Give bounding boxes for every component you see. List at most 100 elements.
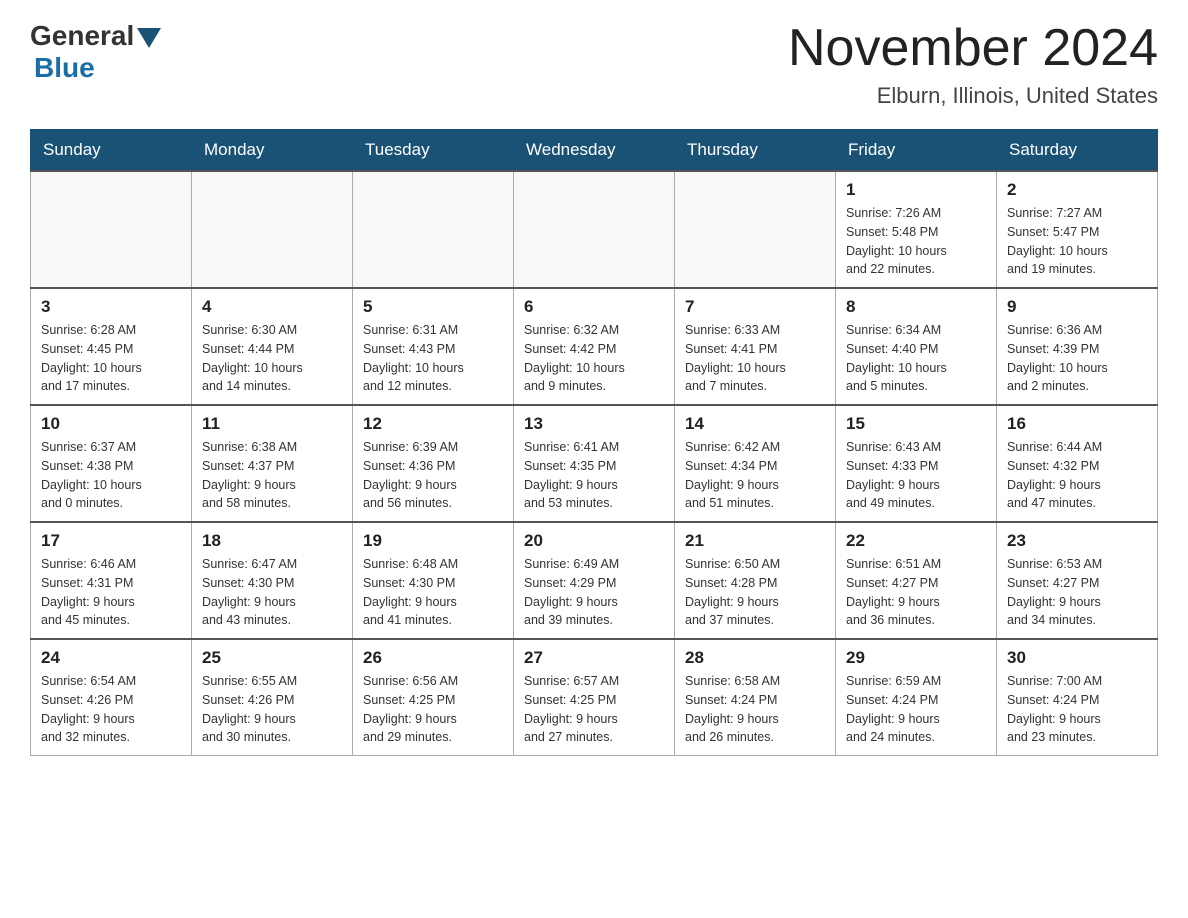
calendar-day-header: Tuesday [353,130,514,172]
calendar-cell: 23 Sunrise: 6:53 AMSunset: 4:27 PMDayligh… [997,522,1158,639]
day-info: Sunrise: 6:57 AMSunset: 4:25 PMDaylight:… [524,672,664,747]
day-number: 26 [363,648,503,668]
day-info: Sunrise: 7:26 AMSunset: 5:48 PMDaylight:… [846,204,986,279]
logo: General Blue [30,20,164,84]
calendar-cell: 18 Sunrise: 6:47 AMSunset: 4:30 PMDayligh… [192,522,353,639]
day-number: 23 [1007,531,1147,551]
day-info: Sunrise: 7:00 AMSunset: 4:24 PMDaylight:… [1007,672,1147,747]
calendar-cell: 21 Sunrise: 6:50 AMSunset: 4:28 PMDayligh… [675,522,836,639]
calendar-cell: 5Sunrise: 6:31 AMSunset: 4:43 PMDaylight… [353,288,514,405]
calendar-cell: 30 Sunrise: 7:00 AMSunset: 4:24 PMDayligh… [997,639,1158,756]
location-title: Elburn, Illinois, United States [788,83,1158,109]
day-number: 13 [524,414,664,434]
day-info: Sunrise: 6:58 AMSunset: 4:24 PMDaylight:… [685,672,825,747]
calendar-day-header: Saturday [997,130,1158,172]
day-number: 22 [846,531,986,551]
day-number: 7 [685,297,825,317]
calendar-cell: 14 Sunrise: 6:42 AMSunset: 4:34 PMDayligh… [675,405,836,522]
calendar-cell: 16 Sunrise: 6:44 AMSunset: 4:32 PMDayligh… [997,405,1158,522]
calendar-cell: 29Sunrise: 6:59 AMSunset: 4:24 PMDayligh… [836,639,997,756]
calendar-cell: 2 Sunrise: 7:27 AMSunset: 5:47 PMDaylight… [997,171,1158,288]
day-info: Sunrise: 6:28 AMSunset: 4:45 PMDaylight:… [41,321,181,396]
day-info: Sunrise: 6:41 AMSunset: 4:35 PMDaylight:… [524,438,664,513]
calendar-cell: 4Sunrise: 6:30 AMSunset: 4:44 PMDaylight… [192,288,353,405]
day-info: Sunrise: 6:33 AMSunset: 4:41 PMDaylight:… [685,321,825,396]
calendar-cell: 19 Sunrise: 6:48 AMSunset: 4:30 PMDayligh… [353,522,514,639]
day-number: 2 [1007,180,1147,200]
calendar-day-header: Thursday [675,130,836,172]
day-number: 17 [41,531,181,551]
day-info: Sunrise: 6:56 AMSunset: 4:25 PMDaylight:… [363,672,503,747]
calendar-cell [675,171,836,288]
day-number: 3 [41,297,181,317]
calendar-cell: 24 Sunrise: 6:54 AMSunset: 4:26 PMDayligh… [31,639,192,756]
month-title: November 2024 [788,20,1158,77]
calendar-cell [514,171,675,288]
logo-general-text: General [30,20,134,52]
day-info: Sunrise: 6:50 AMSunset: 4:28 PMDaylight:… [685,555,825,630]
calendar-cell [192,171,353,288]
calendar-cell: 12 Sunrise: 6:39 AMSunset: 4:36 PMDayligh… [353,405,514,522]
calendar-day-header: Wednesday [514,130,675,172]
day-info: Sunrise: 6:48 AMSunset: 4:30 PMDaylight:… [363,555,503,630]
calendar-cell: 28 Sunrise: 6:58 AMSunset: 4:24 PMDayligh… [675,639,836,756]
day-number: 15 [846,414,986,434]
day-number: 28 [685,648,825,668]
day-number: 21 [685,531,825,551]
day-info: Sunrise: 6:51 AMSunset: 4:27 PMDaylight:… [846,555,986,630]
day-number: 9 [1007,297,1147,317]
calendar-day-header: Sunday [31,130,192,172]
logo-triangle-icon [137,28,161,48]
calendar-cell: 8Sunrise: 6:34 AMSunset: 4:40 PMDaylight… [836,288,997,405]
day-info: Sunrise: 6:30 AMSunset: 4:44 PMDaylight:… [202,321,342,396]
day-number: 30 [1007,648,1147,668]
day-number: 6 [524,297,664,317]
day-number: 5 [363,297,503,317]
day-info: Sunrise: 7:27 AMSunset: 5:47 PMDaylight:… [1007,204,1147,279]
day-info: Sunrise: 6:44 AMSunset: 4:32 PMDaylight:… [1007,438,1147,513]
day-info: Sunrise: 6:53 AMSunset: 4:27 PMDaylight:… [1007,555,1147,630]
day-number: 12 [363,414,503,434]
calendar-cell: 26 Sunrise: 6:56 AMSunset: 4:25 PMDayligh… [353,639,514,756]
calendar-week-row: 3 Sunrise: 6:28 AMSunset: 4:45 PMDaylight… [31,288,1158,405]
day-info: Sunrise: 6:55 AMSunset: 4:26 PMDaylight:… [202,672,342,747]
day-number: 24 [41,648,181,668]
calendar-cell: 20Sunrise: 6:49 AMSunset: 4:29 PMDayligh… [514,522,675,639]
day-number: 16 [1007,414,1147,434]
day-info: Sunrise: 6:39 AMSunset: 4:36 PMDaylight:… [363,438,503,513]
logo-text: General [30,20,164,52]
day-info: Sunrise: 6:42 AMSunset: 4:34 PMDaylight:… [685,438,825,513]
day-info: Sunrise: 6:47 AMSunset: 4:30 PMDaylight:… [202,555,342,630]
calendar-cell [353,171,514,288]
calendar-week-row: 17 Sunrise: 6:46 AMSunset: 4:31 PMDayligh… [31,522,1158,639]
day-number: 19 [363,531,503,551]
day-info: Sunrise: 6:46 AMSunset: 4:31 PMDaylight:… [41,555,181,630]
calendar-cell: 25 Sunrise: 6:55 AMSunset: 4:26 PMDayligh… [192,639,353,756]
day-info: Sunrise: 6:49 AMSunset: 4:29 PMDaylight:… [524,555,664,630]
calendar-cell: 17 Sunrise: 6:46 AMSunset: 4:31 PMDayligh… [31,522,192,639]
calendar-cell: 9 Sunrise: 6:36 AMSunset: 4:39 PMDaylight… [997,288,1158,405]
calendar-cell: 10Sunrise: 6:37 AMSunset: 4:38 PMDayligh… [31,405,192,522]
calendar-header-row: SundayMondayTuesdayWednesdayThursdayFrid… [31,130,1158,172]
day-number: 18 [202,531,342,551]
calendar-day-header: Monday [192,130,353,172]
calendar-week-row: 10Sunrise: 6:37 AMSunset: 4:38 PMDayligh… [31,405,1158,522]
day-info: Sunrise: 6:43 AMSunset: 4:33 PMDaylight:… [846,438,986,513]
calendar-cell: 1 Sunrise: 7:26 AMSunset: 5:48 PMDaylight… [836,171,997,288]
day-number: 29 [846,648,986,668]
day-info: Sunrise: 6:37 AMSunset: 4:38 PMDaylight:… [41,438,181,513]
day-number: 14 [685,414,825,434]
day-number: 1 [846,180,986,200]
day-info: Sunrise: 6:54 AMSunset: 4:26 PMDaylight:… [41,672,181,747]
day-number: 25 [202,648,342,668]
calendar-cell: 3 Sunrise: 6:28 AMSunset: 4:45 PMDaylight… [31,288,192,405]
calendar-cell [31,171,192,288]
calendar-week-row: 24 Sunrise: 6:54 AMSunset: 4:26 PMDayligh… [31,639,1158,756]
calendar-table: SundayMondayTuesdayWednesdayThursdayFrid… [30,129,1158,756]
calendar-cell: 22 Sunrise: 6:51 AMSunset: 4:27 PMDayligh… [836,522,997,639]
calendar-week-row: 1 Sunrise: 7:26 AMSunset: 5:48 PMDaylight… [31,171,1158,288]
title-section: November 2024 Elburn, Illinois, United S… [788,20,1158,109]
day-info: Sunrise: 6:36 AMSunset: 4:39 PMDaylight:… [1007,321,1147,396]
day-info: Sunrise: 6:32 AMSunset: 4:42 PMDaylight:… [524,321,664,396]
day-info: Sunrise: 6:34 AMSunset: 4:40 PMDaylight:… [846,321,986,396]
